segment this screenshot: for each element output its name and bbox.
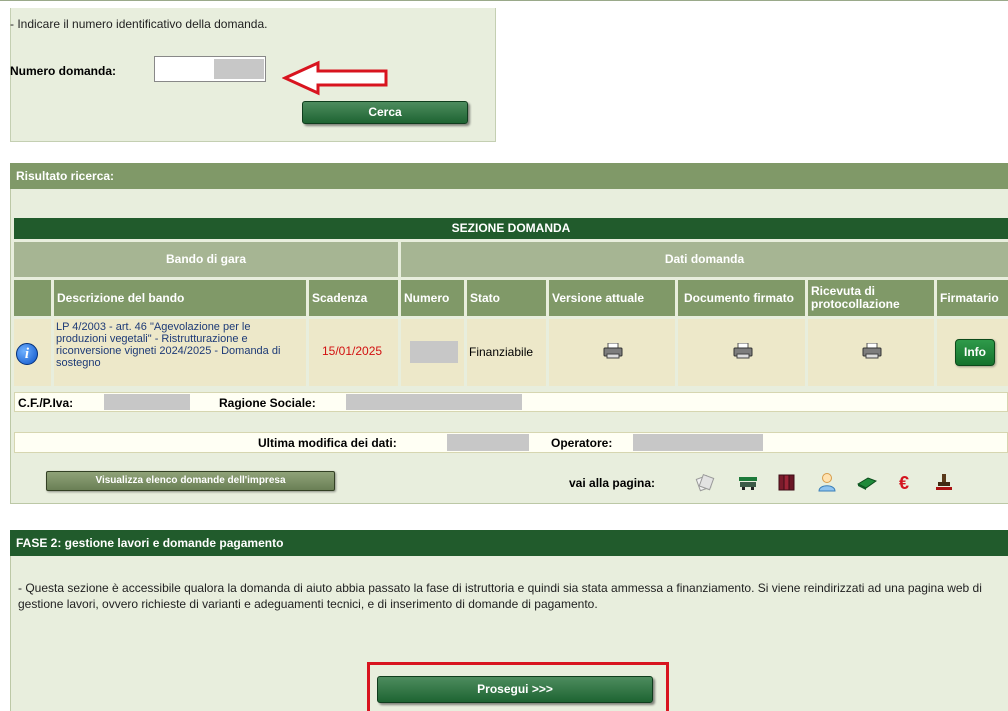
book-icon[interactable] — [857, 472, 877, 492]
visualizza-elenco-button[interactable]: Visualizza elenco domande dell'impresa — [46, 471, 335, 491]
redacted-ragione-sociale — [346, 394, 522, 410]
results-header: Risultato ricerca: — [10, 163, 1008, 189]
euro-icon[interactable]: € — [896, 472, 916, 492]
col-stato-header: Stato — [467, 280, 546, 316]
redacted-number — [214, 59, 264, 79]
cerca-button[interactable]: Cerca — [302, 101, 468, 124]
binders-icon[interactable] — [777, 472, 797, 492]
scadenza-date: 15/01/2025 — [322, 344, 383, 358]
search-hint: - Indicare il numero identificativo dell… — [10, 17, 268, 31]
operatore-label: Operatore: — [551, 436, 613, 450]
col-versione-header: Versione attuale — [549, 280, 675, 316]
truck-icon[interactable] — [738, 472, 758, 492]
red-arrow-annotation — [282, 60, 388, 96]
col-icon-header — [14, 280, 51, 316]
vai-alla-pagina-label: vai alla pagina: — [569, 476, 656, 490]
stamp-icon[interactable] — [934, 472, 954, 492]
col-documento-header: Documento firmato — [678, 280, 805, 316]
firmatario-info-button[interactable]: Info — [955, 339, 995, 366]
sezione-domanda-title: SEZIONE DOMANDA — [14, 218, 1008, 239]
ragione-sociale-label: Ragione Sociale: — [219, 396, 316, 410]
cf-label: C.F./P.Iva: — [18, 396, 74, 410]
col-numero-header: Numero — [401, 280, 464, 316]
stato-value: Finanziabile — [469, 345, 534, 359]
print-versione-icon[interactable] — [603, 343, 623, 359]
redacted-cf — [104, 394, 190, 410]
user-icon[interactable] — [817, 472, 837, 492]
documents-icon[interactable] — [695, 472, 715, 492]
ultima-modifica-label: Ultima modifica dei dati: — [258, 436, 397, 450]
dati-group-header: Dati domanda — [401, 242, 1008, 277]
redacted-operatore — [633, 434, 763, 451]
redacted-ultima-modifica — [447, 434, 529, 451]
col-firmatario-header: Firmatario — [937, 280, 1008, 316]
bando-group-header: Bando di gara — [14, 242, 398, 277]
col-descrizione-header: Descrizione del bando — [54, 280, 306, 316]
print-ricevuta-icon[interactable] — [862, 343, 882, 359]
fase2-header: FASE 2: gestione lavori e domande pagame… — [10, 530, 1008, 556]
svg-text:€: € — [899, 473, 909, 492]
info-icon[interactable]: i — [16, 343, 38, 365]
redacted-numero — [410, 341, 458, 363]
numero-domanda-label: Numero domanda: — [10, 64, 117, 78]
prosegui-button[interactable]: Prosegui >>> — [377, 676, 653, 703]
fase2-description: - Questa sezione è accessibile qualora l… — [18, 581, 982, 611]
print-documento-icon[interactable] — [733, 343, 753, 359]
bando-description: LP 4/2003 - art. 46 "Agevolazione per le… — [56, 321, 281, 369]
col-scadenza-header: Scadenza — [309, 280, 398, 316]
col-ricevuta-header: Ricevuta di protocollazione — [808, 280, 934, 316]
top-rule — [0, 0, 1008, 1]
